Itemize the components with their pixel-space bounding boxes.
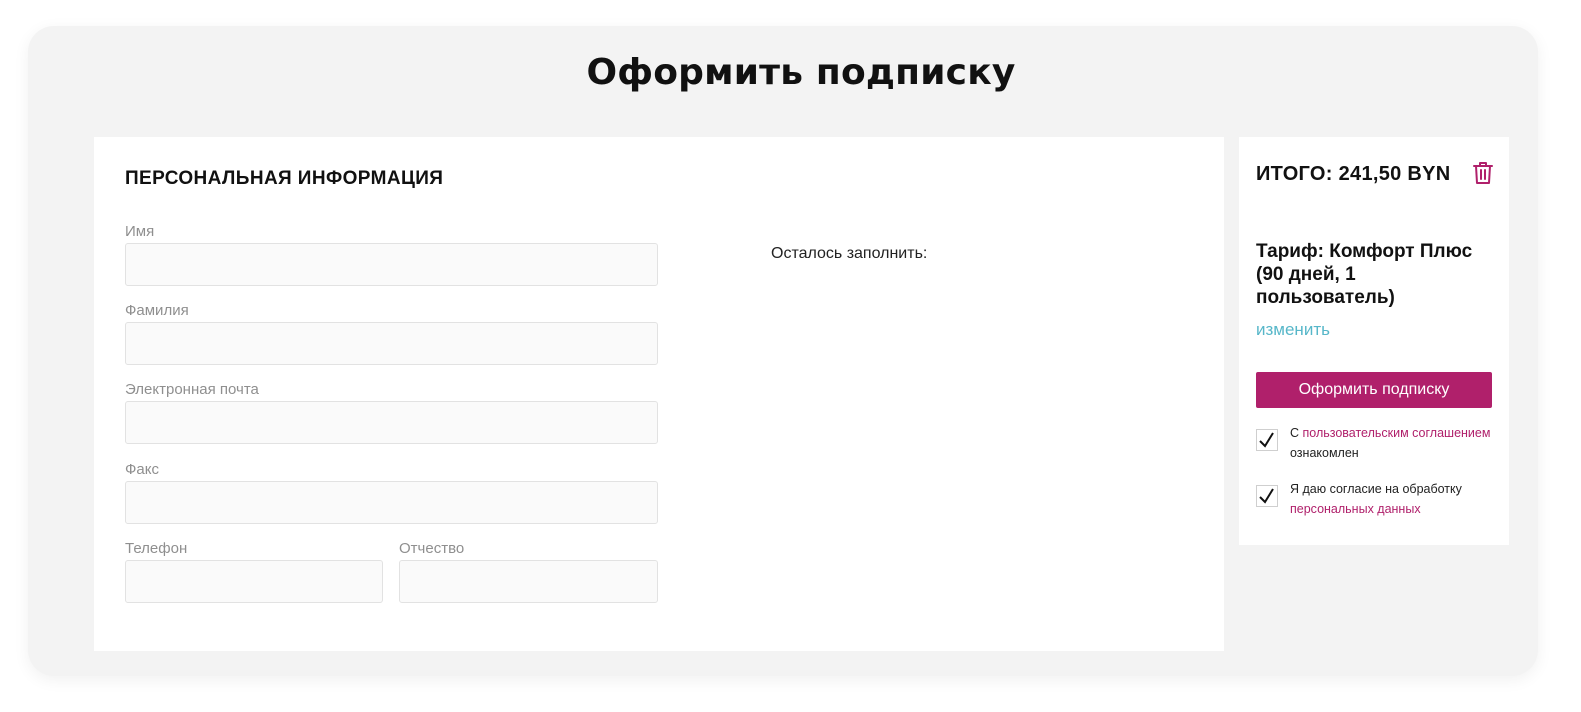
consent-suffix: ознакомлен — [1290, 446, 1359, 460]
middle-name-label: Отчество — [399, 540, 465, 557]
personal-data-checkbox[interactable] — [1256, 485, 1278, 507]
tariff-name: Тариф: Комфорт Плюс (90 дней, 1 пользова… — [1256, 241, 1473, 308]
page-title: Оформить подписку — [586, 52, 1016, 93]
trash-icon[interactable] — [1473, 161, 1493, 185]
section-title: ПЕРСОНАЛЬНАЯ ИНФОРМАЦИЯ — [125, 168, 444, 189]
user-agreement-text: С пользовательским соглашением ознакомле… — [1290, 423, 1495, 463]
order-total: ИТОГО: 241,50 BYN — [1256, 163, 1451, 185]
last-name-label: Фамилия — [125, 302, 189, 319]
fax-label: Факс — [125, 461, 159, 478]
fax-field[interactable] — [125, 481, 658, 524]
user-agreement-link[interactable]: пользовательским соглашением — [1303, 426, 1491, 440]
phone-label: Телефон — [125, 540, 188, 557]
subscribe-button[interactable]: Оформить подписку — [1256, 372, 1492, 408]
email-field[interactable] — [125, 401, 658, 444]
middle-name-field[interactable] — [399, 560, 658, 603]
user-agreement-checkbox[interactable] — [1256, 429, 1278, 451]
first-name-field[interactable] — [125, 243, 658, 286]
first-name-label: Имя — [125, 223, 155, 240]
personal-data-link[interactable]: персональных данных — [1290, 502, 1421, 516]
consent-prefix: С — [1290, 426, 1303, 440]
personal-info-panel: ПЕРСОНАЛЬНАЯ ИНФОРМАЦИЯ Имя Фамилия Элек… — [94, 137, 1224, 651]
checkmark-icon — [1259, 488, 1274, 504]
remaining-to-fill-label: Осталось заполнить: — [771, 245, 928, 262]
email-label: Электронная почта — [125, 381, 259, 398]
checkmark-icon — [1259, 432, 1274, 448]
phone-field[interactable] — [125, 560, 383, 603]
personal-data-text: Я даю согласие на обработку персональных… — [1290, 479, 1495, 519]
order-summary-panel: ИТОГО: 241,50 BYN Тариф: Комфорт Плюс (9… — [1239, 137, 1509, 545]
last-name-field[interactable] — [125, 322, 658, 365]
consent-prefix: Я даю согласие на обработку — [1290, 482, 1462, 496]
change-tariff-link[interactable]: изменить — [1256, 320, 1330, 340]
